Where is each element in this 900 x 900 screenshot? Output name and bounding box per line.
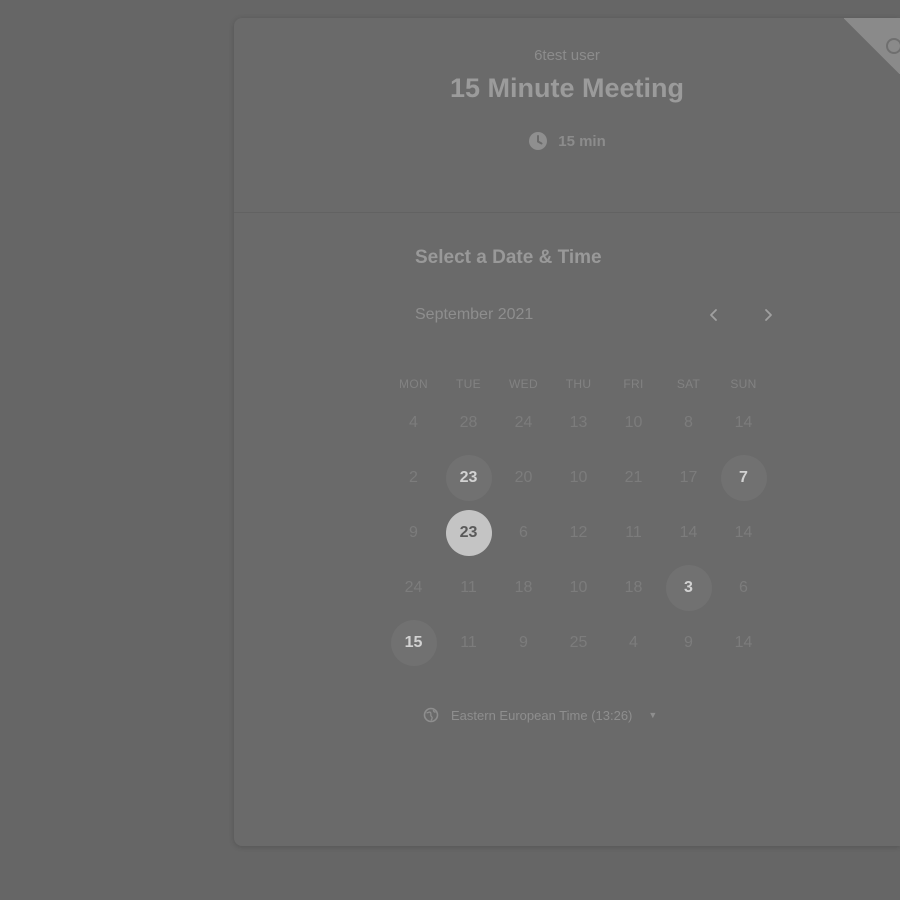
- calendar-day-disabled: 6: [739, 578, 748, 596]
- calendar-day-cell: 14: [661, 505, 716, 560]
- calendar-day-available[interactable]: 3: [665, 564, 712, 611]
- page: 6test user 15 Minute Meeting 15 min Sele…: [0, 0, 900, 900]
- calendar-day-disabled: 9: [519, 633, 528, 651]
- event-title: 15 Minute Meeting: [449, 73, 685, 103]
- calendar-day-cell: 12: [551, 505, 606, 560]
- event-header: 6test user 15 Minute Meeting 15 min: [234, 18, 900, 213]
- caret-down-icon: ▼: [648, 710, 658, 720]
- calendar-day-disabled: 9: [409, 523, 418, 541]
- calendar-day-available[interactable]: 7: [720, 454, 767, 501]
- calendar-day-cell: 28: [441, 395, 496, 450]
- calendar-day-disabled: 24: [514, 413, 533, 431]
- prev-month-button[interactable]: [697, 298, 731, 332]
- calendar-day-cell: 17: [661, 450, 716, 505]
- calendar-day-disabled: 9: [684, 633, 693, 651]
- calendar-day-disabled: 10: [569, 468, 588, 486]
- month-navigation: September 2021: [415, 304, 775, 328]
- calendar-day-disabled: 14: [734, 413, 753, 431]
- weekday-wed: WED: [509, 377, 538, 391]
- calendar-day-cell: 11: [441, 560, 496, 615]
- calendar-day-disabled: 24: [404, 578, 423, 596]
- calendar-day-cell: 9: [496, 615, 551, 670]
- calendar-day-available[interactable]: 23: [445, 454, 492, 501]
- duration-label: 15 min: [558, 132, 606, 150]
- calendar-day-cell: 14: [716, 615, 771, 670]
- timezone-label: Eastern European Time (13:26): [451, 707, 633, 723]
- calendar-day-cell: 24: [496, 395, 551, 450]
- weekday-thu: THU: [565, 377, 592, 391]
- calendar-day-cell: 18: [496, 560, 551, 615]
- calendar-day-disabled: 11: [460, 578, 477, 596]
- calendar-day-disabled: 20: [514, 468, 533, 486]
- calendar-day-disabled: 18: [514, 578, 533, 596]
- calendar-day-available[interactable]: 15: [390, 619, 437, 666]
- calendar-day-cell: 10: [551, 450, 606, 505]
- calendar-day-selected[interactable]: 23: [445, 509, 492, 556]
- calendar-day-cell: 24: [386, 560, 441, 615]
- calendar-day-disabled: 2: [409, 468, 418, 486]
- calendar-day-cell: 4: [606, 615, 661, 670]
- calendar-days-grid: 4 28 24 13 10 8 14 2 23 20 10 21 17 7 9 23 6 12 11 14 14 24 11…: [386, 395, 786, 670]
- timezone-selector[interactable]: Eastern European Time (13:26) ▼: [423, 707, 657, 723]
- next-month-button[interactable]: [751, 298, 785, 332]
- calendar-day-cell: 11: [606, 505, 661, 560]
- calendar-day-disabled: 6: [519, 523, 528, 541]
- calendar-day-disabled: 17: [679, 468, 698, 486]
- calendar-day-disabled: 14: [734, 633, 753, 651]
- weekday-header: MON TUE WED THU FRI SAT SUN: [386, 377, 786, 391]
- calendar-day-disabled: 25: [569, 633, 588, 651]
- calendar-day-disabled: 28: [459, 413, 478, 431]
- month-label: September 2021: [415, 306, 534, 323]
- calendar-day-disabled: 13: [569, 413, 588, 431]
- calendar-day-cell: 9: [661, 615, 716, 670]
- calendar-day-cell: 14: [716, 505, 771, 560]
- calendar-day-cell: 4: [386, 395, 441, 450]
- calendar-day-cell: 13: [551, 395, 606, 450]
- calendar-day-cell: 23: [441, 450, 496, 505]
- calendar-day-cell: 8: [661, 395, 716, 450]
- calendar-day-cell: 10: [551, 560, 606, 615]
- weekday-fri: FRI: [623, 377, 644, 391]
- calendar-day-disabled: 12: [569, 523, 588, 541]
- calendar-day-disabled: 10: [624, 413, 643, 431]
- calendar-day-cell: 6: [716, 560, 771, 615]
- event-duration: 15 min: [234, 131, 900, 155]
- calendar-day-disabled: 14: [679, 523, 698, 541]
- calendar-day-cell: 7: [716, 450, 771, 505]
- calendar-day-cell: 25: [551, 615, 606, 670]
- calendar-day-cell: 18: [606, 560, 661, 615]
- calendar-day-disabled: 4: [409, 413, 418, 431]
- weekday-mon: MON: [399, 377, 428, 391]
- chevron-left-icon: [710, 309, 717, 321]
- weekday-sat: SAT: [676, 377, 701, 391]
- calendar-day-cell: 11: [441, 615, 496, 670]
- calendar-day-cell: 9: [386, 505, 441, 560]
- calendar-day-cell: 3: [661, 560, 716, 615]
- calendar-day-disabled: 10: [569, 578, 588, 596]
- calendar-day-disabled: 21: [624, 468, 643, 486]
- weekday-sun: SUN: [730, 377, 757, 391]
- globe-icon: [423, 707, 439, 723]
- chevron-right-icon: [765, 309, 772, 321]
- weekday-tue: TUE: [456, 377, 481, 391]
- calendar-day-disabled: 14: [734, 523, 753, 541]
- calendar-day-cell: 2: [386, 450, 441, 505]
- calendar-day-cell: 23: [441, 505, 496, 560]
- calendar-day-disabled: 8: [684, 413, 693, 431]
- calendar-day-cell: 21: [606, 450, 661, 505]
- calendar-day-cell: 15: [386, 615, 441, 670]
- calendar-day-cell: 20: [496, 450, 551, 505]
- event-owner: 6test user: [534, 47, 600, 64]
- calendar-day-disabled: 11: [625, 523, 642, 541]
- calendar-day-cell: 14: [716, 395, 771, 450]
- calendar-day-disabled: 4: [629, 633, 638, 651]
- calendar-day-disabled: 18: [624, 578, 643, 596]
- calendar-day-cell: 10: [606, 395, 661, 450]
- calendar-heading: Select a Date & Time: [415, 247, 602, 268]
- calendar-day-cell: 6: [496, 505, 551, 560]
- booking-card: 6test user 15 Minute Meeting 15 min Sele…: [234, 18, 900, 846]
- calendar-day-disabled: 11: [460, 633, 477, 651]
- clock-icon: [529, 132, 548, 150]
